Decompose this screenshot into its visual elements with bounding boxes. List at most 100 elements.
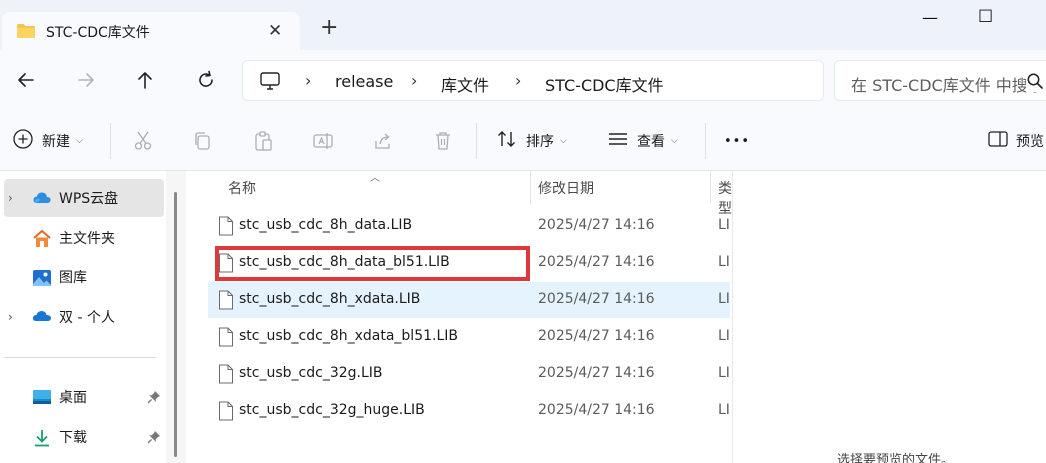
cut-button[interactable] xyxy=(132,129,154,153)
address-bar[interactable]: › release › 库文件 › STC-CDC库文件 xyxy=(242,60,824,101)
file-row[interactable]: stc_usb_cdc_8h_xdata.LIB 2025/4/27 14:16… xyxy=(208,282,730,318)
this-pc-icon[interactable] xyxy=(259,70,281,96)
file-type: LIB xyxy=(718,217,730,233)
file-row[interactable]: stc_usb_cdc_32g_huge.LIB 2025/4/27 14:16… xyxy=(208,393,730,429)
cloud-icon xyxy=(32,189,52,211)
file-icon xyxy=(218,216,234,240)
back-arrow-icon[interactable] xyxy=(14,68,38,92)
copy-button[interactable] xyxy=(191,129,213,153)
command-bar: 新建 ⌵ 排序 ⌵ 查看 ⌵ ••• 预览 xyxy=(0,111,1046,171)
column-header-date[interactable]: 修改日期 xyxy=(538,178,594,198)
file-type: LIB xyxy=(718,402,730,418)
sort-icon xyxy=(496,128,518,154)
file-row[interactable]: stc_usb_cdc_8h_xdata_bl51.LIB 2025/4/27 … xyxy=(208,319,730,355)
column-header-name[interactable]: 名称 xyxy=(228,178,256,198)
breadcrumb-separator[interactable]: › xyxy=(411,71,417,90)
chevron-down-icon: ⌵ xyxy=(671,136,678,146)
refresh-icon[interactable] xyxy=(194,68,218,92)
file-row[interactable]: stc_usb_cdc_8h_data.LIB 2025/4/27 14:16 … xyxy=(208,208,730,244)
folder-icon xyxy=(16,23,36,43)
new-button[interactable]: 新建 ⌵ xyxy=(12,129,83,153)
file-date: 2025/4/27 14:16 xyxy=(538,365,655,381)
pin-icon[interactable] xyxy=(147,390,161,408)
tab-close-icon[interactable]: ✕ xyxy=(268,21,282,41)
active-tab[interactable]: STC-CDC库文件 ✕ xyxy=(2,12,300,50)
file-icon xyxy=(218,364,234,388)
file-type: LIB xyxy=(718,254,730,270)
file-date: 2025/4/27 14:16 xyxy=(538,328,655,344)
file-name: stc_usb_cdc_8h_xdata.LIB xyxy=(239,291,421,307)
share-button[interactable] xyxy=(372,129,394,153)
file-date: 2025/4/27 14:16 xyxy=(538,402,655,418)
file-name: stc_usb_cdc_32g.LIB xyxy=(239,365,383,381)
pin-icon[interactable] xyxy=(147,430,161,448)
maximize-button[interactable]: ☐ xyxy=(978,7,993,27)
navigation-bar: › release › 库文件 › STC-CDC库文件 在 STC-CDC库文… xyxy=(0,50,1046,111)
sort-button[interactable]: 排序 ⌵ xyxy=(496,129,567,153)
up-arrow-icon[interactable] xyxy=(133,68,157,92)
search-icon[interactable] xyxy=(1026,72,1046,92)
breadcrumb-release[interactable]: release xyxy=(335,72,393,91)
tab-title: STC-CDC库文件 xyxy=(46,25,150,41)
paste-button[interactable] xyxy=(252,129,274,153)
file-type: LIB xyxy=(718,365,730,381)
sidebar-item-label: 图库 xyxy=(59,270,87,286)
file-date: 2025/4/27 14:16 xyxy=(538,254,655,270)
delete-button[interactable] xyxy=(432,129,454,153)
home-icon xyxy=(32,229,52,253)
file-type: LIB xyxy=(718,291,730,307)
sidebar-divider xyxy=(4,357,156,358)
minimize-button[interactable]: — xyxy=(922,8,938,27)
sidebar-item-downloads[interactable]: 下载 xyxy=(4,418,164,456)
preview-message: 选择要预览的文件。 xyxy=(837,453,955,463)
view-label: 查看 xyxy=(637,134,665,150)
preview-pane: 选择要预览的文件。 xyxy=(732,171,1046,463)
divider xyxy=(110,123,111,159)
sidebar-item-wps-cloud[interactable]: › WPS云盘 xyxy=(4,179,164,217)
preview-pane-button[interactable]: 预览 xyxy=(988,129,1044,153)
new-label: 新建 xyxy=(42,134,70,150)
file-name: stc_usb_cdc_8h_xdata_bl51.LIB xyxy=(239,328,458,344)
view-button[interactable]: 查看 ⌵ xyxy=(607,129,678,153)
divider xyxy=(476,123,477,159)
column-divider[interactable] xyxy=(530,171,531,204)
forward-arrow-icon[interactable] xyxy=(74,68,98,92)
desktop-icon xyxy=(32,388,52,410)
column-divider[interactable] xyxy=(710,171,711,204)
sidebar-item-onedrive-personal[interactable]: › 双 - 个人 xyxy=(4,298,164,336)
sort-ascending-icon: ︿ xyxy=(370,173,380,184)
sidebar-item-home[interactable]: 主文件夹 xyxy=(4,219,164,257)
file-date: 2025/4/27 14:16 xyxy=(538,291,655,307)
sidebar-item-label: 桌面 xyxy=(59,390,87,406)
rename-button[interactable] xyxy=(312,129,334,153)
file-row[interactable]: stc_usb_cdc_32g.LIB 2025/4/27 14:16 LIB xyxy=(208,356,730,392)
breadcrumb-separator[interactable]: › xyxy=(515,71,521,90)
expand-chevron-icon[interactable]: › xyxy=(8,310,13,324)
file-list: ︿ 名称 修改日期 类型 stc_usb_cdc_8h_data.LIB 202… xyxy=(186,171,732,463)
breadcrumb-current-folder[interactable]: STC-CDC库文件 xyxy=(545,72,664,96)
view-lines-icon xyxy=(607,128,629,154)
more-options-button[interactable]: ••• xyxy=(724,129,750,153)
sidebar-item-desktop[interactable]: 桌面 xyxy=(4,378,164,416)
file-name: stc_usb_cdc_8h_data.LIB xyxy=(239,217,413,233)
expand-chevron-icon[interactable]: › xyxy=(8,191,13,205)
sidebar-item-label: 双 - 个人 xyxy=(59,310,115,326)
sort-label: 排序 xyxy=(526,134,554,150)
title-bar: STC-CDC库文件 ✕ + — ☐ xyxy=(0,0,1046,50)
breadcrumb-separator[interactable]: › xyxy=(305,71,311,90)
divider xyxy=(705,123,706,159)
breadcrumb-lib-folder[interactable]: 库文件 xyxy=(441,72,489,96)
file-name: stc_usb_cdc_32g_huge.LIB xyxy=(239,402,425,418)
new-tab-button[interactable]: + xyxy=(320,17,338,39)
highlight-annotation-box xyxy=(215,246,530,281)
file-type: LIB xyxy=(718,328,730,344)
download-icon xyxy=(32,428,52,452)
sidebar-item-label: 下载 xyxy=(59,430,87,446)
search-box[interactable]: 在 STC-CDC库文件 中搜索 xyxy=(834,60,1046,101)
sidebar-item-label: 主文件夹 xyxy=(59,231,115,247)
preview-label: 预览 xyxy=(1016,134,1044,150)
plus-circle-icon xyxy=(12,128,34,154)
sidebar-item-gallery[interactable]: 图库 xyxy=(4,258,164,296)
sidebar-scrollbar-thumb[interactable] xyxy=(174,192,177,457)
preview-pane-icon xyxy=(988,129,1008,153)
